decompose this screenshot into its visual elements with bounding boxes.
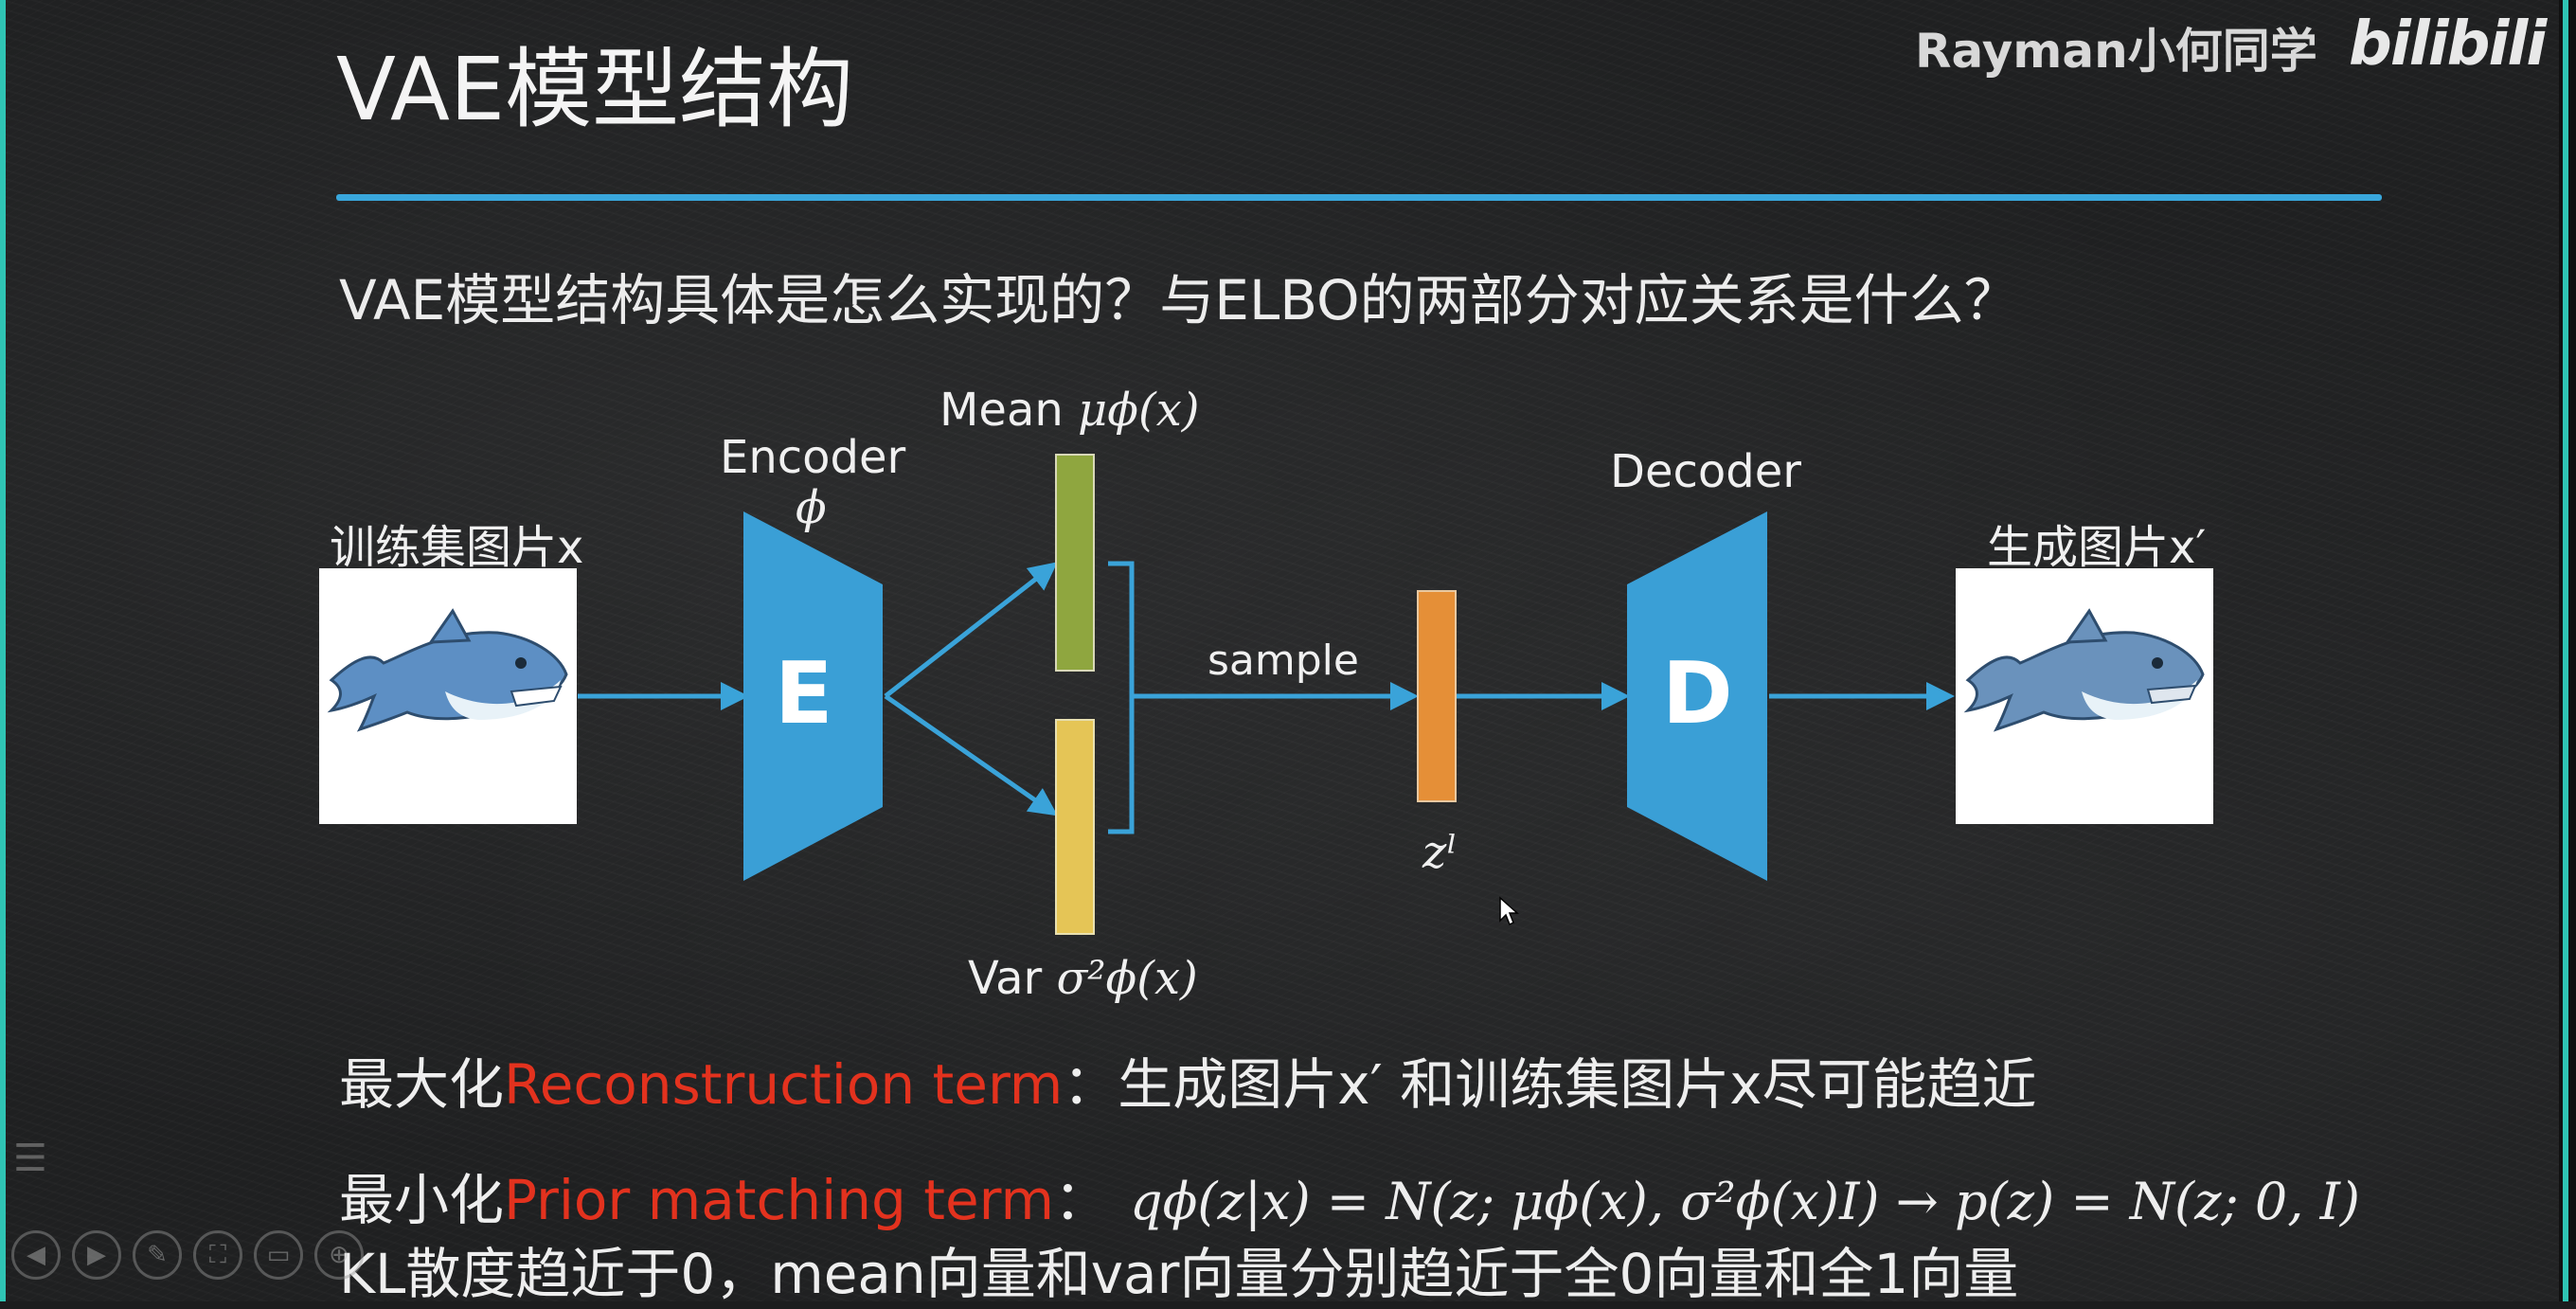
output-image-label: 生成图片x′ bbox=[1987, 521, 2207, 574]
mean-prefix: Mean bbox=[939, 384, 1064, 437]
reconstruction-term: Reconstruction term bbox=[504, 1052, 1064, 1117]
zoom-icon[interactable]: ⊕ bbox=[314, 1230, 364, 1280]
next-icon[interactable]: ▶ bbox=[72, 1230, 121, 1280]
input-image-label: 训练集图片x bbox=[330, 521, 584, 574]
prior-matching-statement: 最小化Prior matching term： qϕ(z|x) = N(z; μϕ… bbox=[339, 1156, 2360, 1235]
line1-suffix: ：生成图片x′ 和训练集图片x尽可能趋近 bbox=[1063, 1052, 2037, 1117]
latent-label: zˡ bbox=[1422, 826, 1458, 879]
encoder-letter: E bbox=[775, 644, 833, 744]
var-label: Var σ²ϕ(x) bbox=[968, 952, 1198, 1005]
mean-label: Mean μϕ(x) bbox=[939, 384, 1199, 437]
line1-prefix: 最大化 bbox=[339, 1052, 505, 1117]
latent-vector-bar bbox=[1417, 590, 1457, 802]
reconstruction-statement: 最大化Reconstruction term：生成图片x′ 和训练集图片x尽可能… bbox=[339, 1040, 2037, 1120]
output-shark-image bbox=[1956, 568, 2213, 824]
screen-icon[interactable]: ▭ bbox=[254, 1230, 303, 1280]
list-icon[interactable]: ☰ bbox=[13, 1137, 47, 1180]
line2-prefix: 最小化 bbox=[339, 1168, 505, 1232]
arrow-encoder-to-mean bbox=[884, 562, 1058, 698]
player-toolbar: ◀ ▶ ✎ ⛶ ▭ ⊕ bbox=[11, 1222, 364, 1288]
decoder-label: Decoder bbox=[1610, 445, 1801, 498]
kl-statement: KL散度趋近于0，mean向量和var向量分别趋近于全0向量和全1向量 bbox=[339, 1242, 2019, 1306]
line2-colon: ： bbox=[1054, 1168, 1110, 1232]
input-shark-image bbox=[319, 568, 577, 824]
var-math: σ²ϕ(x) bbox=[1056, 952, 1198, 1005]
kl-formula: qϕ(z|x) = N(z; μϕ(x), σ²ϕ(x)I) → p(z) = … bbox=[1130, 1172, 2360, 1231]
var-vector-bar bbox=[1055, 719, 1095, 935]
sample-label: sample bbox=[1208, 637, 1359, 685]
bracket bbox=[1108, 561, 1135, 834]
pen-icon[interactable]: ✎ bbox=[133, 1230, 182, 1280]
encoder-label: Encoder bbox=[720, 431, 906, 484]
screenshot-icon[interactable]: ⛶ bbox=[193, 1230, 242, 1280]
var-prefix: Var bbox=[968, 952, 1043, 1005]
mean-vector-bar bbox=[1055, 454, 1095, 672]
arrow-encoder-to-var bbox=[884, 693, 1058, 816]
mouse-cursor-icon bbox=[1499, 896, 1519, 926]
decoder-letter: D bbox=[1662, 644, 1733, 744]
mean-math: μϕ(x) bbox=[1078, 384, 1200, 437]
prior-matching-term: Prior matching term bbox=[504, 1168, 1055, 1232]
encoder-param-label: ϕ bbox=[796, 481, 827, 534]
prev-icon[interactable]: ◀ bbox=[11, 1230, 61, 1280]
